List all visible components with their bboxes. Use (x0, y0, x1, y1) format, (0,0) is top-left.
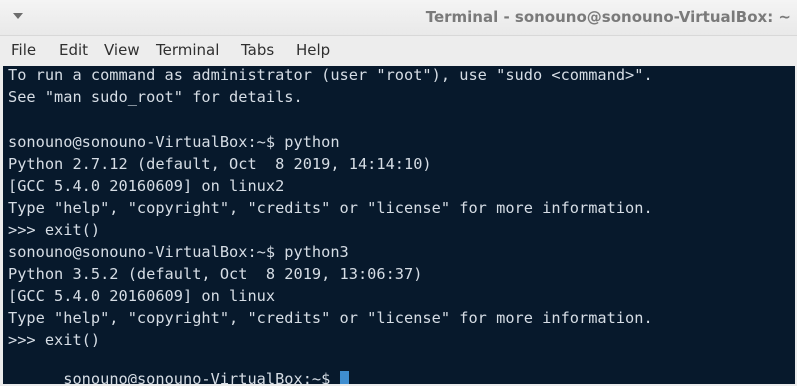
terminal-prompt-line[interactable]: sonouno@sonouno-VirtualBox:~$ (8, 354, 349, 384)
terminal-line: Python 3.5.2 (default, Oct 8 2019, 13:06… (8, 265, 423, 283)
terminal-output[interactable]: To run a command as administrator (user … (3, 66, 795, 384)
window-title: Terminal - sonouno@sonouno-VirtualBox: ~ (425, 8, 791, 26)
terminal-line: Python 2.7.12 (default, Oct 8 2019, 14:1… (8, 155, 432, 173)
terminal-line: sonouno@sonouno-VirtualBox:~$ python (8, 133, 340, 151)
menu-bar: File Edit View Terminal Tabs Help (0, 36, 797, 66)
terminal-prompt: sonouno@sonouno-VirtualBox:~$ (63, 370, 340, 385)
terminal-line: sonouno@sonouno-VirtualBox:~$ python3 (8, 243, 349, 261)
menu-item-tabs[interactable]: Tabs (241, 41, 274, 59)
menu-item-terminal[interactable]: Terminal (156, 41, 219, 59)
terminal-line: [GCC 5.4.0 20160609] on linux (8, 287, 276, 305)
terminal-cursor (339, 371, 349, 384)
terminal-line: Type "help", "copyright", "credits" or "… (8, 309, 653, 327)
terminal-line: >>> exit() (8, 331, 101, 349)
terminal-line: [GCC 5.4.0 20160609] on linux2 (8, 177, 285, 195)
title-bar[interactable]: Terminal - sonouno@sonouno-VirtualBox: ~ (0, 0, 797, 36)
terminal-line: >>> exit() (8, 221, 101, 239)
terminal-line: See "man sudo_root" for details. (8, 88, 303, 106)
menu-item-help[interactable]: Help (296, 41, 330, 59)
terminal-window: Terminal - sonouno@sonouno-VirtualBox: ~… (0, 0, 797, 386)
menu-item-edit[interactable]: Edit (59, 41, 88, 59)
menu-item-view[interactable]: View (104, 41, 140, 59)
terminal-line: Type "help", "copyright", "credits" or "… (8, 199, 653, 217)
chevron-down-icon[interactable] (13, 13, 23, 19)
menu-item-file[interactable]: File (11, 41, 36, 59)
terminal-line: To run a command as administrator (user … (8, 66, 653, 84)
